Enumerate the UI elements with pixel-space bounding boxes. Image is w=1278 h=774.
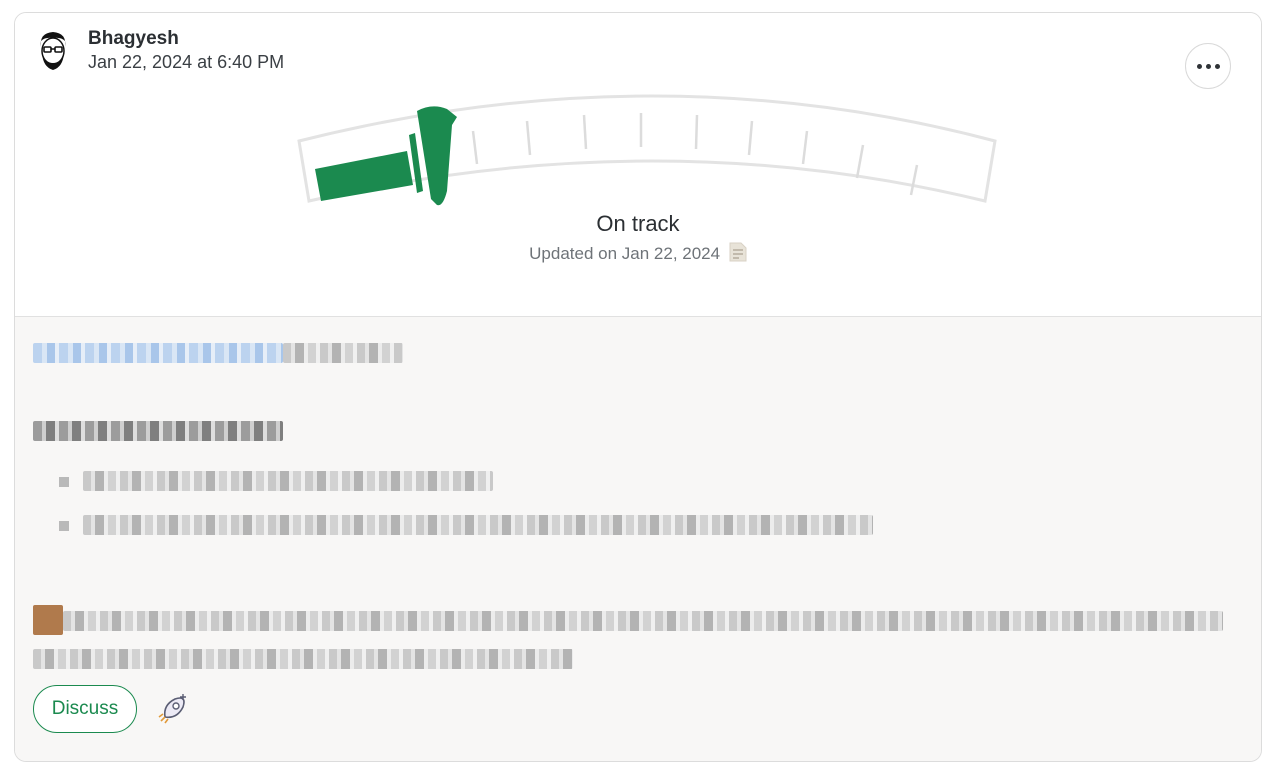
status-label: On track [596, 211, 680, 236]
note-icon[interactable] [729, 242, 747, 262]
bullet-dot [59, 477, 69, 487]
update-card: Bhagyesh Jan 22, 2024 at 6:40 PM On trac… [14, 12, 1262, 762]
gauge-fill [315, 151, 413, 201]
rocket-icon[interactable] [157, 693, 189, 725]
bullet-dot [59, 521, 69, 531]
post-datetime: Jan 22, 2024 at 6:40 PM [88, 52, 285, 72]
redacted-list-item [83, 515, 873, 535]
discuss-button[interactable]: Discuss [33, 685, 137, 733]
redacted-emoji [33, 605, 63, 635]
avatar[interactable] [35, 29, 71, 73]
redacted-text [283, 343, 403, 363]
updated-text: Updated on Jan 22, 2024 [529, 244, 721, 263]
redacted-paragraph [33, 649, 573, 669]
redacted-link[interactable] [33, 343, 283, 363]
redacted-paragraph [63, 611, 1223, 631]
gauge-needle [409, 106, 457, 206]
author-name[interactable]: Bhagyesh [88, 28, 179, 50]
update-body: Discuss [15, 317, 1261, 761]
card-header: Bhagyesh Jan 22, 2024 at 6:40 PM On trac… [15, 13, 1261, 317]
redacted-list-item [83, 471, 493, 491]
status-gauge [297, 94, 997, 206]
redacted-heading [33, 421, 283, 441]
more-options-button[interactable] [1185, 43, 1231, 89]
more-icon [1196, 63, 1202, 69]
status-updated: Updated on Jan 22, 2024 [15, 242, 1261, 264]
